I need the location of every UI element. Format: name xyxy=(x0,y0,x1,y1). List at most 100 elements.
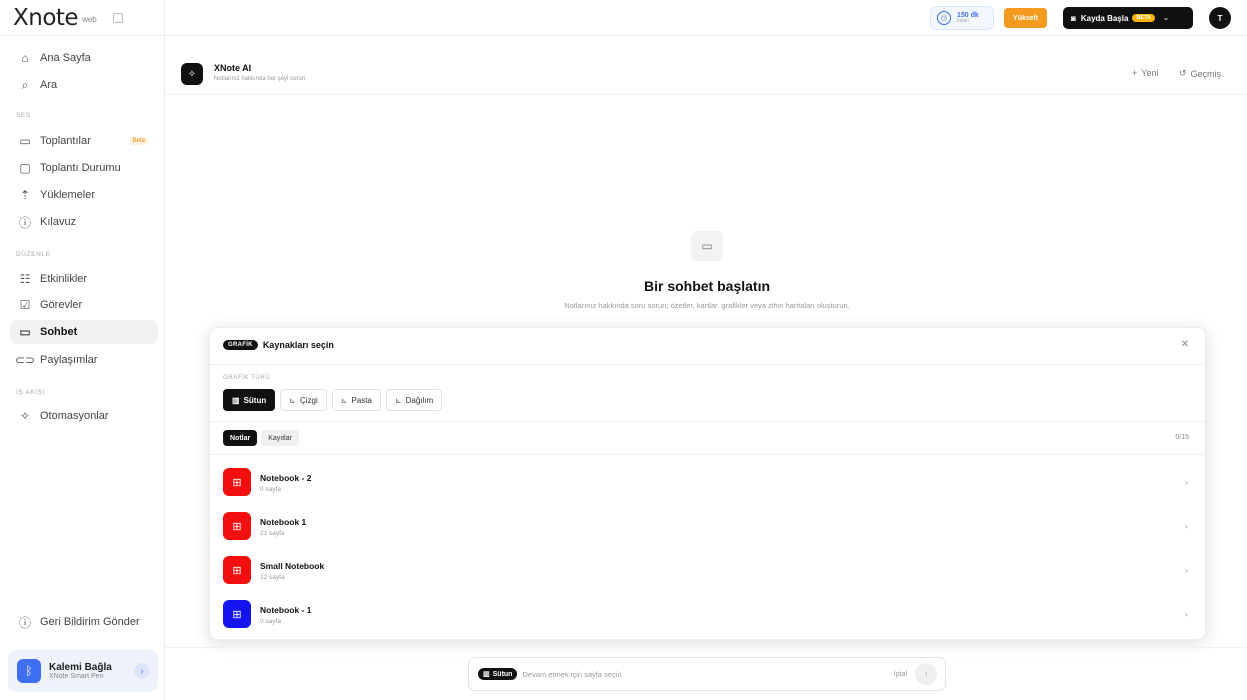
chat-composer[interactable]: ▥ Sütun Devam etmek için sayfa seçin İpt… xyxy=(468,657,946,691)
notebook-pages: 0 sayfa xyxy=(260,486,281,493)
help-icon: ⓘ xyxy=(18,215,31,230)
list-item[interactable]: ⊞ Notebook - 2 0 sayfa › xyxy=(210,459,1205,503)
plus-icon: + xyxy=(1132,68,1138,78)
empty-title: Bir sohbet başlatın xyxy=(643,278,771,294)
chart-type-group: ▥ Sütun ⊾ Çizgi ⊾ Pasta ⊾ Dağılım xyxy=(223,389,443,411)
chip-label: Sütun xyxy=(492,670,513,678)
chart-type-scatter[interactable]: ⊾ Dağılım xyxy=(385,389,443,411)
chevron-right-icon: › xyxy=(1185,477,1188,487)
top-bar: ◷ 150 dk kalan Yükselt ◙ Kayda Başla BET… xyxy=(165,0,1247,36)
sidebar-item-sohbet[interactable]: ▭ Sohbet xyxy=(10,320,158,344)
clock-icon: ◷ xyxy=(937,11,951,25)
chart-type-label: Dağılım xyxy=(405,395,434,405)
notebook-name: Small Notebook xyxy=(260,561,325,571)
feedback-label: Geri Bildirim Gönder xyxy=(40,616,140,628)
modal-header: GRAFİK Kaynakları seçin ✕ xyxy=(210,328,1205,365)
chevron-down-icon[interactable]: ⌄ xyxy=(1163,14,1169,22)
sidebar-collapse-icon[interactable] xyxy=(112,12,123,23)
avatar[interactable]: T xyxy=(1209,7,1231,29)
feedback-button[interactable]: ⓘ Geri Bildirim Gönder xyxy=(10,610,158,634)
list-item[interactable]: ⊞ Notebook - 1 0 sayfa › xyxy=(210,591,1205,635)
logo-row: Xnote web xyxy=(0,0,164,36)
chart-tag: GRAFİK xyxy=(223,340,258,350)
record-label: Kayda Başla xyxy=(1080,13,1129,23)
clipboard-icon: ▢ xyxy=(19,161,31,175)
chart-type-line[interactable]: ⊾ Çizgi xyxy=(280,389,327,411)
sidebar-item-label: Otomasyonlar xyxy=(40,410,109,422)
sidebar-item-label: Kılavuz xyxy=(40,216,77,228)
list-item[interactable]: ⊞ Small Notebook 12 sayfa › xyxy=(210,547,1205,591)
sidebar-item-label: Yüklemeler xyxy=(40,189,96,201)
section-label-duzenle: DÜZENLE xyxy=(16,251,51,258)
modal-title: Kaynakları seçin xyxy=(262,340,334,350)
sidebar-item-ara[interactable]: ⌕ Ara xyxy=(10,73,158,97)
sidebar-item-gorevler[interactable]: ☑ Görevler xyxy=(10,293,158,317)
checkbox-icon: ☑ xyxy=(19,298,31,312)
chart-type-chip[interactable]: ▥ Sütun xyxy=(478,668,518,680)
bar-chart-icon: ▥ xyxy=(232,395,240,405)
pie-chart-icon: ⊾ xyxy=(340,395,348,405)
line-chart-icon: ⊾ xyxy=(289,395,296,405)
notebook-pages: 21 sayfa xyxy=(260,530,285,537)
chevron-right-icon: › xyxy=(1185,521,1188,531)
chat-header: ✧ XNote AI Notlarınız hakkında her şeyi … xyxy=(165,37,1247,95)
send-arrow-icon[interactable]: ↑ xyxy=(915,663,937,685)
tab-notlar[interactable]: Notlar xyxy=(223,430,258,446)
close-icon[interactable]: ✕ xyxy=(1181,339,1189,350)
link-icon: ⊂⊃ xyxy=(14,353,36,367)
divider xyxy=(210,421,1205,422)
history-button[interactable]: ↺ Geçmiş xyxy=(1179,68,1221,79)
book-icon: ⊞ xyxy=(223,556,251,584)
chevron-right-icon[interactable]: › xyxy=(134,663,150,679)
sidebar-item-label: Etkinlikler xyxy=(40,273,88,285)
beta-badge: Beta xyxy=(129,137,148,145)
notebook-name: Notebook - 2 xyxy=(260,473,312,483)
section-label-is-akisi: İŞ AKIŞI xyxy=(16,389,46,396)
chart-type-label: Pasta xyxy=(351,395,372,405)
logo-sub: web xyxy=(82,14,97,24)
connect-pen-card[interactable]: ᛒ Kalemi Bağla XNote Smart Pen › xyxy=(8,650,158,692)
chart-type-column[interactable]: ▥ Sütun xyxy=(223,389,276,411)
source-select-modal: GRAFİK Kaynakları seçin ✕ GRAFİK TÜRÜ ▥ … xyxy=(209,327,1206,640)
chevron-right-icon: › xyxy=(1185,609,1188,619)
start-recording-button[interactable]: ◙ Kayda Başla BETA ⌄ xyxy=(1063,7,1193,29)
upload-icon: ⇡ xyxy=(19,188,31,202)
list-item[interactable]: ⊞ Notebook 1 21 sayfa › xyxy=(210,503,1205,547)
sidebar-item-ana-sayfa[interactable]: ⌂ Ana Sayfa xyxy=(10,46,158,70)
sidebar-item-label: Toplantı Durumu xyxy=(40,162,121,174)
sidebar-item-toplantilar[interactable]: ▭ Toplantılar Beta xyxy=(10,129,158,153)
notebook-name: Notebook 1 xyxy=(260,517,307,527)
scatter-chart-icon: ⊾ xyxy=(394,395,402,405)
sidebar-item-kilavuz[interactable]: ⓘ Kılavuz xyxy=(10,210,158,234)
calendar-icon: ▭ xyxy=(19,134,31,148)
selection-count: 0/15 xyxy=(1175,434,1189,441)
sidebar-item-otomasyonlar[interactable]: ✧ Otomasyonlar xyxy=(10,404,158,428)
chat-bubble-icon: ▭ xyxy=(691,231,723,261)
sidebar-item-label: Paylaşımlar xyxy=(40,354,98,366)
history-label: Geçmiş xyxy=(1190,68,1222,79)
divider xyxy=(210,454,1205,455)
credit-label: kalan xyxy=(957,18,969,24)
grid-icon: ☷ xyxy=(19,272,31,286)
sidebar-item-etkinlikler[interactable]: ☷ Etkinlikler xyxy=(10,267,158,291)
tab-kayitlar[interactable]: Kayıtlar xyxy=(261,430,299,446)
sidebar-item-label: Görevler xyxy=(40,299,83,311)
book-icon: ⊞ xyxy=(223,600,251,628)
upgrade-button[interactable]: Yükselt xyxy=(1004,8,1047,28)
sidebar-item-toplanti-durumu[interactable]: ▢ Toplantı Durumu xyxy=(10,156,158,180)
credit-indicator[interactable]: ◷ 150 dk kalan xyxy=(930,6,994,30)
robot-icon: ◙ xyxy=(1071,13,1076,23)
cancel-button[interactable]: İptal xyxy=(894,671,907,678)
book-icon: ⊞ xyxy=(223,468,251,496)
help-icon: ⓘ xyxy=(18,615,31,630)
logo[interactable]: Xnote xyxy=(13,5,79,31)
search-icon: ⌕ xyxy=(21,77,29,92)
sidebar-item-label: Ara xyxy=(40,79,58,91)
notebook-pages: 12 sayfa xyxy=(260,574,285,581)
sidebar-item-paylasimlar[interactable]: ⊂⊃ Paylaşımlar xyxy=(10,348,158,372)
chart-type-pie[interactable]: ⊾ Pasta xyxy=(331,389,381,411)
new-chat-button[interactable]: + Yeni xyxy=(1132,68,1158,78)
sidebar-item-yuklemeler[interactable]: ⇡ Yüklemeler xyxy=(10,183,158,207)
book-icon: ⊞ xyxy=(223,512,251,540)
notebook-pages: 0 sayfa xyxy=(260,618,281,625)
